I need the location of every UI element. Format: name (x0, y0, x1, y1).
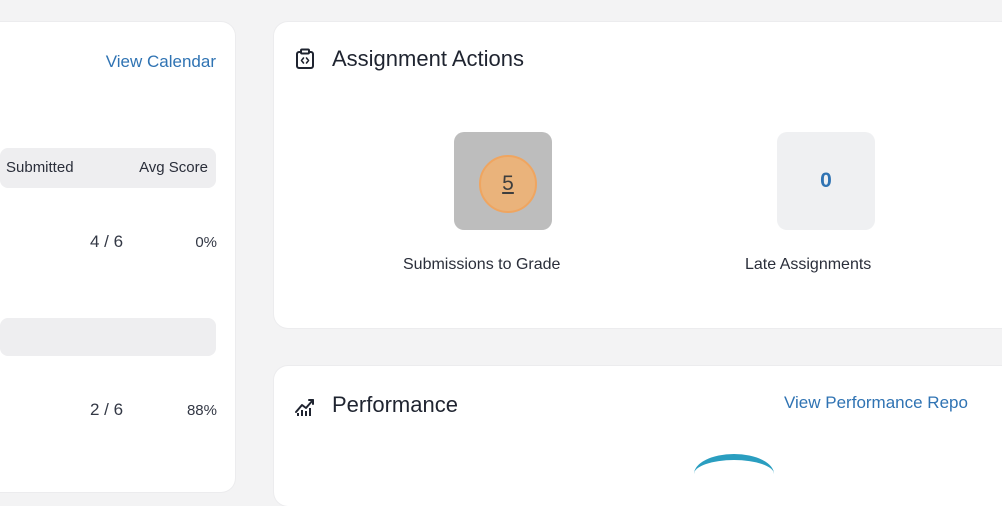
row2-submitted: 2 / 6 (90, 400, 124, 419)
view-performance-report-link[interactable]: View Performance Repo (784, 393, 968, 413)
column-header-submitted: Submitted (6, 159, 74, 176)
table-row-band (0, 318, 216, 356)
row1-submitted: 4 / 6 (90, 232, 124, 251)
late-assignments-label: Late Assignments (745, 256, 872, 273)
row1-avg-score: 0% (195, 234, 217, 251)
column-header-avg-score: Avg Score (139, 159, 208, 176)
performance-gauge (694, 454, 774, 494)
performance-card: Performance View Performance Repo (274, 366, 1002, 506)
assignment-actions-card: Assignment Actions 5 Submissions to Grad… (274, 22, 1002, 328)
row2-avg-score: 88% (186, 402, 217, 419)
late-assignments-tile[interactable]: 0 (777, 132, 875, 230)
submissions-to-grade-label: Submissions to Grade (403, 256, 561, 273)
chart-growth-icon (295, 399, 314, 416)
table-header: Submitted Avg Score (0, 148, 216, 188)
performance-title: Performance (332, 392, 458, 417)
assignments-table-card: View Calendar Submitted Avg Score 4 / 6 … (0, 22, 235, 492)
assignment-actions-title: Assignment Actions (332, 46, 524, 71)
clipboard-code-icon (296, 48, 314, 69)
submissions-to-grade-count[interactable]: 5 (479, 155, 537, 213)
view-calendar-link[interactable]: View Calendar (106, 52, 216, 72)
